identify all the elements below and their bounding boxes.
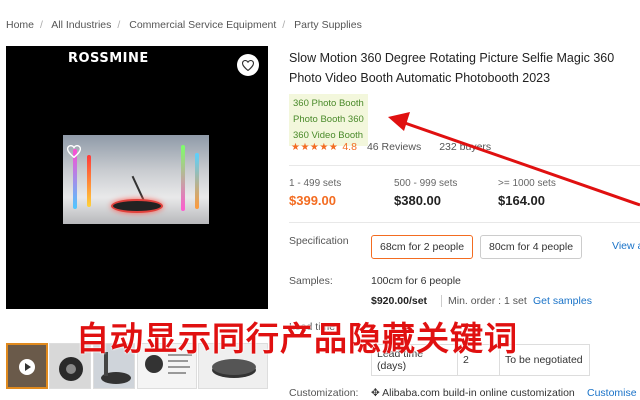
buyers-count: 232 buyers — [439, 141, 492, 153]
keyword-tags: 360 Photo Booth Photo Booth 360 360 Vide… — [289, 94, 368, 146]
samples-label: Samples: — [289, 275, 333, 287]
keyword-tag[interactable]: Photo Booth 360 — [293, 112, 364, 128]
star-rating-icon: ★★★★★ — [291, 141, 339, 153]
price-tier: >= 1000 sets $164.00 — [498, 178, 556, 208]
booth-scene-photo — [63, 135, 209, 224]
tier-price: $399.00 — [289, 193, 336, 208]
breadcrumb: Home / All Industries / Commercial Service… — [6, 19, 362, 31]
spec-option-68cm[interactable]: 68cm for 2 people — [371, 235, 474, 259]
breadcrumb-home[interactable]: Home — [6, 19, 34, 31]
led-pole — [73, 149, 77, 209]
led-pole — [195, 153, 199, 209]
breadcrumb-separator: / — [40, 19, 43, 31]
thumbnail-video[interactable] — [6, 343, 48, 389]
sample-price: $920.00/set — [371, 295, 428, 307]
divider — [289, 222, 640, 223]
rotating-platform — [111, 199, 163, 213]
led-pole — [181, 145, 185, 211]
keyword-tag[interactable]: 360 Photo Booth — [293, 96, 364, 112]
tier-price: $164.00 — [498, 193, 545, 208]
overlay-caption: 自动显示同行产品隐藏关键词 — [76, 319, 518, 358]
tier-range: 1 - 499 sets — [289, 178, 342, 189]
customise-link[interactable]: Customise — [587, 387, 637, 399]
specification-label: Specification — [289, 235, 349, 247]
divider — [289, 165, 640, 166]
tier-range: 500 - 999 sets — [394, 178, 458, 189]
customization-icon: ✥ — [371, 387, 383, 399]
reviews-link[interactable]: 46 Reviews — [367, 141, 421, 153]
rating-row: ★★★★★ 4.8 46 Reviews 232 buyers — [291, 141, 491, 153]
customization-value: ✥ Alibaba.com build-in online customizat… — [371, 387, 575, 399]
sample-min-order: Min. order : 1 set — [441, 295, 527, 307]
product-main-image[interactable]: ROSSMINE — [6, 46, 268, 309]
led-pole — [87, 155, 91, 207]
rating-score: 4.8 — [342, 141, 357, 153]
play-icon — [19, 359, 35, 375]
sample-item: 100cm for 6 people — [371, 275, 461, 287]
view-all-link[interactable]: View a — [612, 240, 640, 252]
favorite-button[interactable] — [237, 54, 259, 76]
price-tier: 1 - 499 sets $399.00 — [289, 178, 341, 208]
breadcrumb-party-supplies[interactable]: Party Supplies — [294, 19, 362, 31]
brand-logo: ROSSMINE — [68, 51, 149, 66]
breadcrumb-separator: / — [117, 19, 121, 31]
tier-range: >= 1000 sets — [498, 178, 556, 189]
customization-label: Customization: — [289, 387, 359, 399]
price-tier: 500 - 999 sets $380.00 — [394, 178, 457, 208]
heart-icon[interactable] — [67, 145, 81, 158]
get-samples-link[interactable]: Get samples — [533, 295, 592, 307]
heart-icon — [242, 59, 254, 71]
breadcrumb-commercial-service[interactable]: Commercial Service Equipment — [129, 19, 276, 31]
tier-price: $380.00 — [394, 193, 441, 208]
spec-option-80cm[interactable]: 80cm for 4 people — [480, 235, 583, 259]
rotating-arm — [131, 175, 145, 201]
breadcrumb-all-industries[interactable]: All Industries — [51, 19, 111, 31]
product-title: Slow Motion 360 Degree Rotating Picture … — [289, 51, 615, 85]
breadcrumb-separator: / — [282, 19, 286, 31]
customization-text: Alibaba.com build-in online customizatio… — [382, 387, 575, 399]
